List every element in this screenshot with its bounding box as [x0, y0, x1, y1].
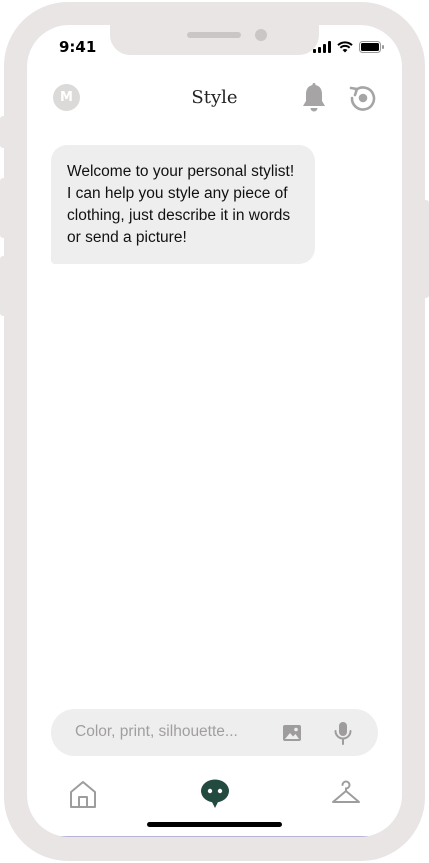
- page-title: Style: [191, 87, 238, 108]
- wifi-icon: [337, 41, 353, 53]
- hanger-icon[interactable]: [330, 777, 362, 809]
- bell-icon[interactable]: [298, 82, 330, 114]
- camera: [255, 29, 267, 41]
- app-screen: 9:41 M Style Welcome to your personal st…: [27, 25, 402, 837]
- side-button-volume-down: [0, 256, 6, 316]
- assistant-message-bubble: Welcome to your personal stylist! I can …: [51, 145, 315, 264]
- image-icon[interactable]: [281, 722, 303, 744]
- screen-bottom-edge: [27, 836, 402, 837]
- speaker: [187, 32, 241, 38]
- side-button-power: [423, 200, 429, 298]
- notch: [110, 25, 319, 55]
- signal-icon: [313, 41, 331, 53]
- microphone-icon[interactable]: [332, 720, 354, 746]
- chat-icon[interactable]: [198, 777, 232, 809]
- message-input[interactable]: [75, 721, 265, 743]
- status-time: 9:41: [59, 38, 97, 56]
- status-icons: [313, 41, 384, 53]
- side-button-mute: [0, 116, 6, 148]
- home-icon[interactable]: [67, 778, 99, 810]
- reload-icon[interactable]: [348, 83, 378, 113]
- message-composer: [51, 709, 378, 756]
- side-button-volume-up: [0, 178, 6, 238]
- home-indicator: [147, 822, 282, 827]
- battery-icon: [359, 41, 384, 53]
